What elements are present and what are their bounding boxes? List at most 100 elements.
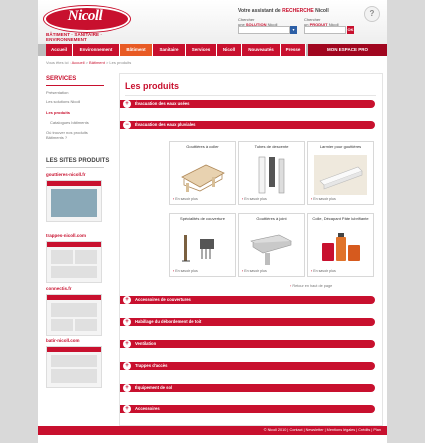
plus-icon: + bbox=[123, 296, 131, 304]
product-name: Colle, Décapant Pâte lubrifiante bbox=[312, 216, 369, 221]
site-link-gouttieres[interactable]: gouttieres-nicoll.fr bbox=[46, 172, 86, 177]
accordion-accessoires[interactable]: + Accessoires bbox=[120, 405, 375, 413]
nicoll-logo[interactable]: Nicoll BÂTIMENT · SANITAIRE · ENVIRONNEM… bbox=[44, 6, 130, 44]
breadcrumb: Vous êtes ici : Accueil > Bâtiment > Les… bbox=[46, 60, 132, 65]
sidebar-item-presentation[interactable]: Présentation bbox=[46, 90, 68, 95]
nav-environnement[interactable]: Environnement bbox=[73, 44, 120, 56]
ok-button[interactable]: OK bbox=[347, 26, 354, 34]
services-title: SERVICES bbox=[46, 76, 77, 82]
product-card-gouttieres-coller[interactable]: Gouttières à coller › En savoir plus bbox=[169, 141, 236, 205]
product-card-gouttieres-joint[interactable]: Gouttières à joint › En savoir plus bbox=[238, 213, 305, 277]
site-thumbnail-trappes[interactable] bbox=[46, 241, 102, 283]
nav-services[interactable]: Services bbox=[186, 44, 217, 56]
site-link-trappes[interactable]: trappes-nicoll.com bbox=[46, 233, 86, 238]
assistant-title: Votre assistant de RECHERCHE Nicoll bbox=[238, 8, 329, 14]
solution-select[interactable] bbox=[238, 26, 290, 34]
downpipe-image bbox=[258, 156, 285, 194]
accordion-label: Évacuation des eaux usées bbox=[135, 101, 190, 106]
thumb-block bbox=[75, 319, 97, 331]
site-link-batir[interactable]: batir-nicoll.com bbox=[46, 338, 80, 343]
site-thumbnail-batir[interactable] bbox=[46, 346, 102, 388]
breadcrumb-section[interactable]: Bâtiment bbox=[89, 60, 105, 65]
accordion-trappes[interactable]: + Trappes d'accès bbox=[120, 362, 375, 370]
solution-dropdown-button[interactable]: ▾ bbox=[290, 26, 297, 34]
breadcrumb-home[interactable]: Accueil bbox=[72, 60, 85, 65]
site-link-connectis[interactable]: connectis.fr bbox=[46, 286, 72, 291]
product-card-specialites[interactable]: Spécialités de couverture › En savoir pl… bbox=[169, 213, 236, 277]
thumb-block bbox=[51, 319, 73, 331]
nav-presse[interactable]: Presse bbox=[281, 44, 306, 56]
accordion-label: Habillage du débordement de toit bbox=[135, 319, 202, 324]
plus-icon: + bbox=[123, 100, 131, 108]
thumb-header bbox=[47, 181, 101, 186]
title-divider bbox=[125, 95, 376, 96]
thumb-header bbox=[47, 347, 101, 352]
thumb-block bbox=[51, 266, 97, 278]
plus-icon: + bbox=[123, 362, 131, 370]
plus-icon: + bbox=[123, 340, 131, 348]
nav-nouveautes[interactable]: Nouveautés bbox=[242, 44, 281, 56]
product-card-colle[interactable]: Colle, Décapant Pâte lubrifiante › En sa… bbox=[307, 213, 374, 277]
sidebar-item-batiments[interactable]: Bâtiments ? bbox=[46, 135, 67, 140]
thumb-block bbox=[75, 250, 97, 264]
nav-batiment[interactable]: Bâtiment bbox=[120, 44, 153, 56]
plus-icon: + bbox=[123, 318, 131, 326]
services-divider bbox=[46, 85, 104, 86]
plus-icon: + bbox=[123, 405, 131, 413]
accordion-equipement-sol[interactable]: + Équipement de sol bbox=[120, 384, 375, 392]
sites-title: LES SITES PRODUITS bbox=[46, 158, 110, 164]
accordion-eaux-pluviales[interactable]: − Évacuation des eaux pluviales bbox=[120, 121, 375, 129]
accordion-label: Trappes d'accès bbox=[135, 363, 168, 368]
search-assistant: Votre assistant de RECHERCHE Nicoll Cher… bbox=[232, 6, 358, 38]
espace-pro-button[interactable]: MON ESPACE PRO bbox=[308, 44, 387, 56]
more-link[interactable]: › En savoir plus bbox=[242, 197, 267, 201]
thumb-image bbox=[51, 189, 97, 217]
more-link[interactable]: › En savoir plus bbox=[173, 197, 198, 201]
accordion-habillage[interactable]: + Habillage du débordement de toit bbox=[120, 318, 375, 326]
product-input[interactable] bbox=[304, 26, 346, 34]
accordion-label: Accessoires de couvertures bbox=[135, 297, 191, 302]
thumb-header bbox=[47, 242, 101, 247]
glue-products-image bbox=[322, 233, 360, 261]
sidebar-item-solutions[interactable]: Les solutions Nicoll bbox=[46, 99, 80, 104]
main-nav: Accueil Environnement Bâtiment Sanitaire… bbox=[38, 44, 387, 56]
page-title: Les produits bbox=[125, 81, 180, 91]
nav-accueil[interactable]: Accueil bbox=[46, 44, 73, 56]
accordion-accessoires-couvertures[interactable]: + Accessoires de couvertures bbox=[120, 296, 375, 304]
footer-links[interactable]: © Nicoll 2010 | Contact | Newsletter | M… bbox=[264, 428, 387, 432]
product-card-larmier[interactable]: Larmier pour gouttières › En savoir plus bbox=[307, 141, 374, 205]
thumb-block bbox=[51, 303, 97, 317]
more-link[interactable]: › En savoir plus bbox=[311, 197, 336, 201]
help-icon[interactable]: ? bbox=[364, 6, 380, 22]
site-thumbnail-connectis[interactable] bbox=[46, 294, 102, 336]
logo-text: Nicoll bbox=[67, 8, 103, 24]
product-name: Gouttières à coller bbox=[186, 144, 219, 149]
accordion-ventilation[interactable]: + Ventilation bbox=[120, 340, 375, 348]
site-thumbnail-gouttieres[interactable] bbox=[46, 180, 102, 222]
back-to-top-link[interactable]: › Retour en haut de page bbox=[290, 284, 332, 288]
more-link[interactable]: › En savoir plus bbox=[311, 269, 336, 273]
nav-nicoll[interactable]: Nicoll bbox=[217, 44, 242, 56]
gutter-joint-image bbox=[250, 234, 292, 265]
sites-divider bbox=[46, 167, 104, 168]
more-link[interactable]: › En savoir plus bbox=[242, 269, 267, 273]
product-card-tubes-descente[interactable]: Tubes de descente › En savoir plus bbox=[238, 141, 305, 205]
accordion-label: Ventilation bbox=[135, 341, 157, 346]
accordion-label: Évacuation des eaux pluviales bbox=[135, 122, 196, 127]
page: Nicoll BÂTIMENT · SANITAIRE · ENVIRONNEM… bbox=[38, 0, 387, 443]
logo-tagline: BÂTIMENT · SANITAIRE · ENVIRONNEMENT bbox=[46, 32, 103, 42]
thumb-block bbox=[51, 355, 97, 367]
minus-icon: − bbox=[123, 121, 131, 129]
drip-edge-image bbox=[314, 155, 367, 195]
accordion-eaux-usees[interactable]: + Évacuation des eaux usées bbox=[120, 100, 375, 108]
accordion-label: Accessoires bbox=[135, 406, 160, 411]
sidebar-item-produits[interactable]: Les produits bbox=[46, 110, 70, 115]
product-name: Spécialités de couverture bbox=[180, 216, 225, 221]
product-name: Larmier pour gouttières bbox=[319, 144, 362, 149]
plus-icon: + bbox=[123, 384, 131, 392]
header: Nicoll BÂTIMENT · SANITAIRE · ENVIRONNEM… bbox=[38, 0, 387, 44]
sidebar-item-catalogues[interactable]: Catalogues bâtiments bbox=[50, 120, 89, 125]
nav-sanitaire[interactable]: Sanitaire bbox=[153, 44, 186, 56]
thumb-block bbox=[51, 250, 73, 264]
more-link[interactable]: › En savoir plus bbox=[173, 269, 198, 273]
